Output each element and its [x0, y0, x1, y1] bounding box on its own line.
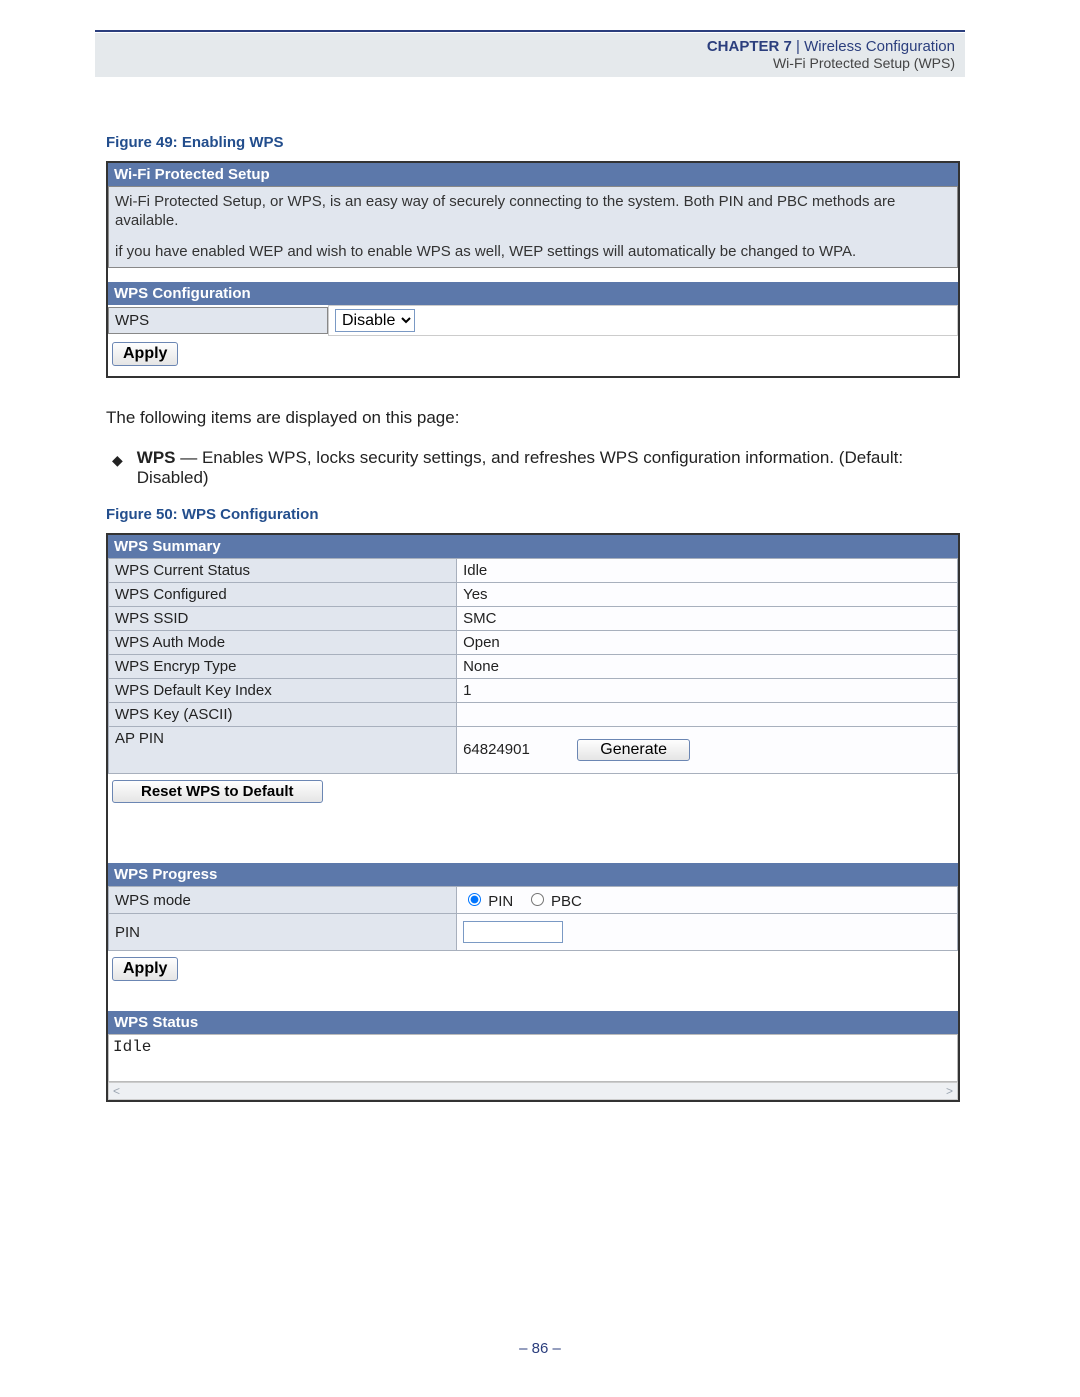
wps-desc-p1: Wi-Fi Protected Setup, or WPS, is an eas… [115, 193, 951, 231]
wps-setup-header: Wi-Fi Protected Setup [108, 163, 958, 186]
table-row: WPS ConfiguredYes [109, 583, 958, 607]
header-divider [95, 30, 965, 32]
items-intro: The following items are displayed on thi… [106, 408, 960, 428]
summary-label: WPS Default Key Index [109, 679, 457, 703]
scroll-left-icon[interactable]: < [113, 1084, 120, 1098]
summary-label: WPS Key (ASCII) [109, 703, 457, 727]
bullet-diamond-icon: ◆ [112, 452, 123, 469]
table-row: WPS Default Key Index1 [109, 679, 958, 703]
summary-value: None [457, 655, 958, 679]
chapter-subtitle: Wi-Fi Protected Setup (WPS) [105, 55, 955, 71]
summary-label: WPS SSID [109, 607, 457, 631]
summary-value: Open [457, 631, 958, 655]
chapter-title: Wireless Configuration [804, 38, 955, 55]
scroll-right-icon[interactable]: > [946, 1084, 953, 1098]
ap-pin-value: 64824901 [463, 741, 573, 758]
bullet-term: WPS [137, 448, 176, 467]
reset-wps-button[interactable]: Reset WPS to Default [112, 780, 323, 803]
mode-pin-label: PIN [488, 893, 513, 910]
wps-desc-p2: if you have enabled WEP and wish to enab… [115, 243, 951, 262]
figure49-caption: Figure 49: Enabling WPS [106, 134, 960, 151]
summary-value: Yes [457, 583, 958, 607]
bullet-wps: ◆ WPS — Enables WPS, locks security sett… [112, 448, 960, 488]
wps-config-header: WPS Configuration [108, 282, 958, 305]
figure49: Wi-Fi Protected Setup Wi-Fi Protected Se… [106, 161, 960, 378]
chapter-number: CHAPTER 7 [707, 38, 792, 55]
apply-button-fig50[interactable]: Apply [112, 957, 178, 981]
wps-progress-header: WPS Progress [108, 863, 958, 886]
wps-status-header: WPS Status [108, 1011, 958, 1034]
mode-pbc-label: PBC [551, 893, 582, 910]
wps-select[interactable]: Disable [335, 309, 415, 332]
generate-button[interactable]: Generate [577, 739, 690, 761]
summary-label: WPS Encryp Type [109, 655, 457, 679]
scroll-bar[interactable]: < > [108, 1082, 958, 1100]
pin-input[interactable] [463, 921, 563, 943]
wps-description: Wi-Fi Protected Setup, or WPS, is an eas… [108, 186, 958, 268]
ap-pin-label: AP PIN [109, 727, 457, 774]
wps-summary-header: WPS Summary [108, 535, 958, 558]
summary-value: Idle [457, 559, 958, 583]
apply-button-fig49[interactable]: Apply [112, 342, 178, 366]
wps-label: WPS [108, 307, 328, 334]
summary-value [457, 703, 958, 727]
summary-value: SMC [457, 607, 958, 631]
mode-pin-radio[interactable] [468, 893, 481, 906]
figure50: WPS Summary WPS Current StatusIdleWPS Co… [106, 533, 960, 1102]
pin-label: PIN [109, 914, 457, 951]
page-number: – 86 – [0, 1340, 1080, 1357]
summary-label: WPS Auth Mode [109, 631, 457, 655]
header-sep: | [796, 38, 804, 55]
bullet-body: — Enables WPS, locks security settings, … [137, 448, 903, 487]
wps-summary-table: WPS Current StatusIdleWPS ConfiguredYesW… [108, 558, 958, 774]
summary-label: WPS Configured [109, 583, 457, 607]
figure50-caption: Figure 50: WPS Configuration [106, 506, 960, 523]
table-row: WPS SSIDSMC [109, 607, 958, 631]
table-row: WPS Key (ASCII) [109, 703, 958, 727]
wps-mode-label: WPS mode [109, 887, 457, 914]
summary-label: WPS Current Status [109, 559, 457, 583]
summary-value: 1 [457, 679, 958, 703]
mode-pbc-radio[interactable] [531, 893, 544, 906]
table-row: WPS Current StatusIdle [109, 559, 958, 583]
table-row: WPS Auth ModeOpen [109, 631, 958, 655]
page-header: CHAPTER 7 | Wireless Configuration Wi-Fi… [95, 33, 965, 77]
wps-status-value: Idle [108, 1034, 958, 1082]
table-row: WPS Encryp TypeNone [109, 655, 958, 679]
